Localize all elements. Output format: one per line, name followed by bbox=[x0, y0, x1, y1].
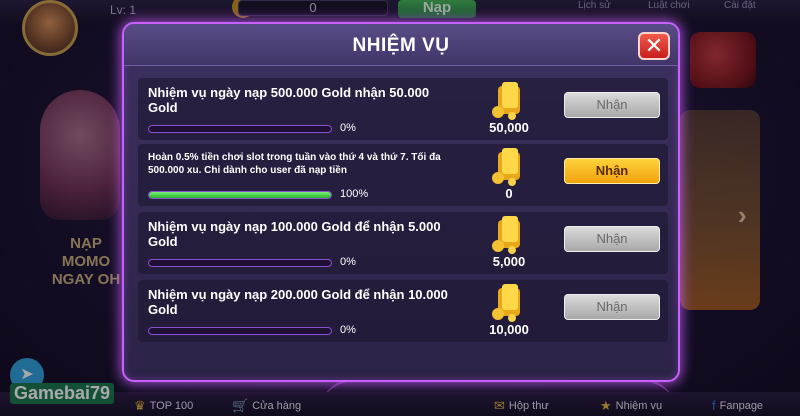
task-progress-fill bbox=[149, 192, 331, 198]
task-row: Hoàn 0.5% tiền chơi slot trong tuần vào … bbox=[138, 144, 668, 206]
task-reward-amount: 50,000 bbox=[489, 120, 529, 135]
claim-button[interactable]: Nhận bbox=[564, 92, 660, 118]
gold-coins-icon bbox=[492, 148, 520, 186]
task-progress-bar bbox=[148, 191, 332, 199]
task-title: Nhiệm vụ ngày nạp 200.000 Gold để nhận 1… bbox=[148, 287, 448, 317]
close-icon: ✕ bbox=[644, 33, 664, 58]
claim-button[interactable]: Nhận bbox=[564, 226, 660, 252]
task-row: Nhiệm vụ ngày nạp 100.000 Gold để nhận 5… bbox=[138, 212, 668, 274]
gold-coins-icon bbox=[492, 82, 520, 120]
task-row: Nhiệm vụ ngày nạp 500.000 Gold nhận 50.0… bbox=[138, 78, 668, 140]
task-progress-text: 100% bbox=[340, 188, 369, 200]
claim-button[interactable]: Nhận bbox=[564, 158, 660, 184]
task-progress-bar bbox=[148, 327, 332, 335]
gold-coins-icon bbox=[492, 284, 520, 322]
task-progress-text: 0% bbox=[340, 256, 356, 268]
task-title: Nhiệm vụ ngày nạp 500.000 Gold nhận 50.0… bbox=[148, 85, 430, 115]
modal-header: NHIỆM VỤ ✕ bbox=[124, 24, 678, 66]
gold-coins-icon bbox=[492, 216, 520, 254]
task-progress-text: 0% bbox=[340, 122, 356, 134]
task-progress-bar bbox=[148, 125, 332, 133]
task-progress-bar bbox=[148, 259, 332, 267]
task-reward-amount: 0 bbox=[505, 186, 513, 201]
close-button[interactable]: ✕ bbox=[638, 32, 670, 60]
task-reward-amount: 5,000 bbox=[492, 254, 526, 269]
modal-title: NHIỆM VỤ bbox=[352, 35, 450, 56]
task-title: Hoàn 0.5% tiền chơi slot trong tuần vào … bbox=[148, 152, 441, 176]
task-title: Nhiệm vụ ngày nạp 100.000 Gold để nhận 5… bbox=[148, 219, 441, 249]
claim-button[interactable]: Nhận bbox=[564, 294, 660, 320]
task-progress-text: 0% bbox=[340, 324, 356, 336]
missions-modal: NHIỆM VỤ ✕ Nhiệm vụ ngày nạp 500.000 Gol… bbox=[122, 22, 680, 382]
task-row: Nhiệm vụ ngày nạp 200.000 Gold để nhận 1… bbox=[138, 280, 668, 342]
task-reward-amount: 10,000 bbox=[489, 322, 529, 337]
